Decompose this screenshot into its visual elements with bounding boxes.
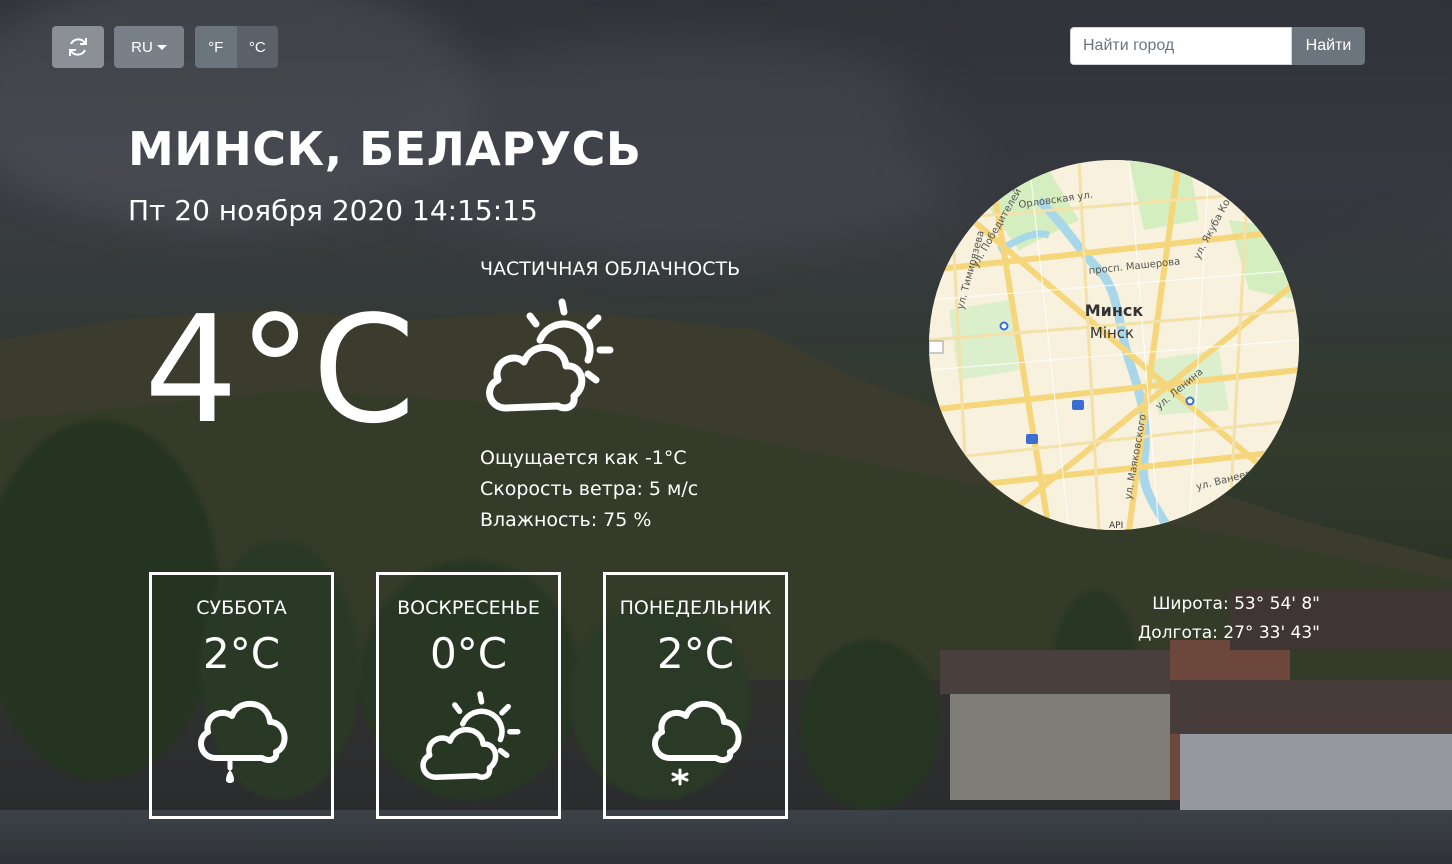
forecast-temperature: 0°C bbox=[429, 629, 508, 678]
weather-details: Ощущается как -1°C Скорость ветра: 5 м/с… bbox=[480, 443, 698, 536]
partly-cloudy-icon bbox=[486, 298, 614, 412]
city-title: МИНСК, БЕЛАРУСЬ bbox=[128, 122, 642, 176]
forecast-temperature: 2°C bbox=[202, 629, 281, 678]
current-datetime: Пт 20 ноября 2020 14:15:15 bbox=[128, 194, 538, 227]
latitude: Широта: 53° 54' 8" bbox=[1152, 594, 1320, 614]
celsius-button[interactable]: °C bbox=[236, 26, 278, 68]
forecast-day: СУББОТА bbox=[196, 597, 287, 619]
fahrenheit-button[interactable]: °F bbox=[195, 26, 237, 68]
chevron-down-icon bbox=[156, 44, 167, 50]
search-button[interactable]: Найти bbox=[1292, 27, 1365, 65]
forecast-temperature: 2°C bbox=[656, 629, 735, 678]
forecast-day: ПОНЕДЕЛЬНИК bbox=[619, 597, 772, 619]
cloud-rain-icon bbox=[197, 700, 287, 783]
forecast-card: ВОСКРЕСЕНЬЕ 0°C bbox=[376, 572, 561, 819]
feels-like: Ощущается как -1°C bbox=[480, 447, 687, 469]
weather-condition: ЧАСТИЧНАЯ ОБЛАЧНОСТЬ bbox=[480, 258, 741, 280]
app-root: RU °F °C Найти МИНСК, БЕЛАРУСЬ Пт 20 ноя… bbox=[0, 0, 1452, 864]
coordinates: Широта: 53° 54' 8" Долгота: 27° 33' 43" bbox=[1120, 590, 1320, 648]
partly-cloudy-icon bbox=[419, 691, 520, 781]
humidity: Влажность: 75 % bbox=[480, 509, 652, 531]
refresh-button[interactable] bbox=[52, 26, 104, 68]
city-map[interactable]: Минск Мінск Орловская ул. ул. Победителе… bbox=[929, 160, 1299, 530]
map-city-label: Минск bbox=[1085, 301, 1144, 320]
wind-speed: Скорость ветра: 5 м/с bbox=[480, 478, 699, 500]
map-attribution: API bbox=[1109, 521, 1123, 530]
language-label: RU bbox=[131, 38, 153, 56]
longitude: Долгота: 27° 33' 43" bbox=[1137, 623, 1320, 643]
cloud-snow-icon bbox=[651, 700, 741, 786]
forecast-day: ВОСКРЕСЕНЬЕ bbox=[397, 597, 540, 619]
current-temperature: 4°C bbox=[144, 284, 416, 456]
language-dropdown[interactable]: RU bbox=[114, 26, 184, 68]
map-handle[interactable] bbox=[929, 340, 944, 354]
forecast-card: СУББОТА 2°C bbox=[149, 572, 334, 819]
city-search-input[interactable] bbox=[1070, 27, 1292, 65]
refresh-icon bbox=[69, 38, 87, 56]
forecast-card: ПОНЕДЕЛЬНИК 2°C bbox=[603, 572, 788, 819]
units-toggle: °F °C bbox=[195, 26, 278, 68]
map-city-label-alt: Мінск bbox=[1090, 324, 1134, 342]
